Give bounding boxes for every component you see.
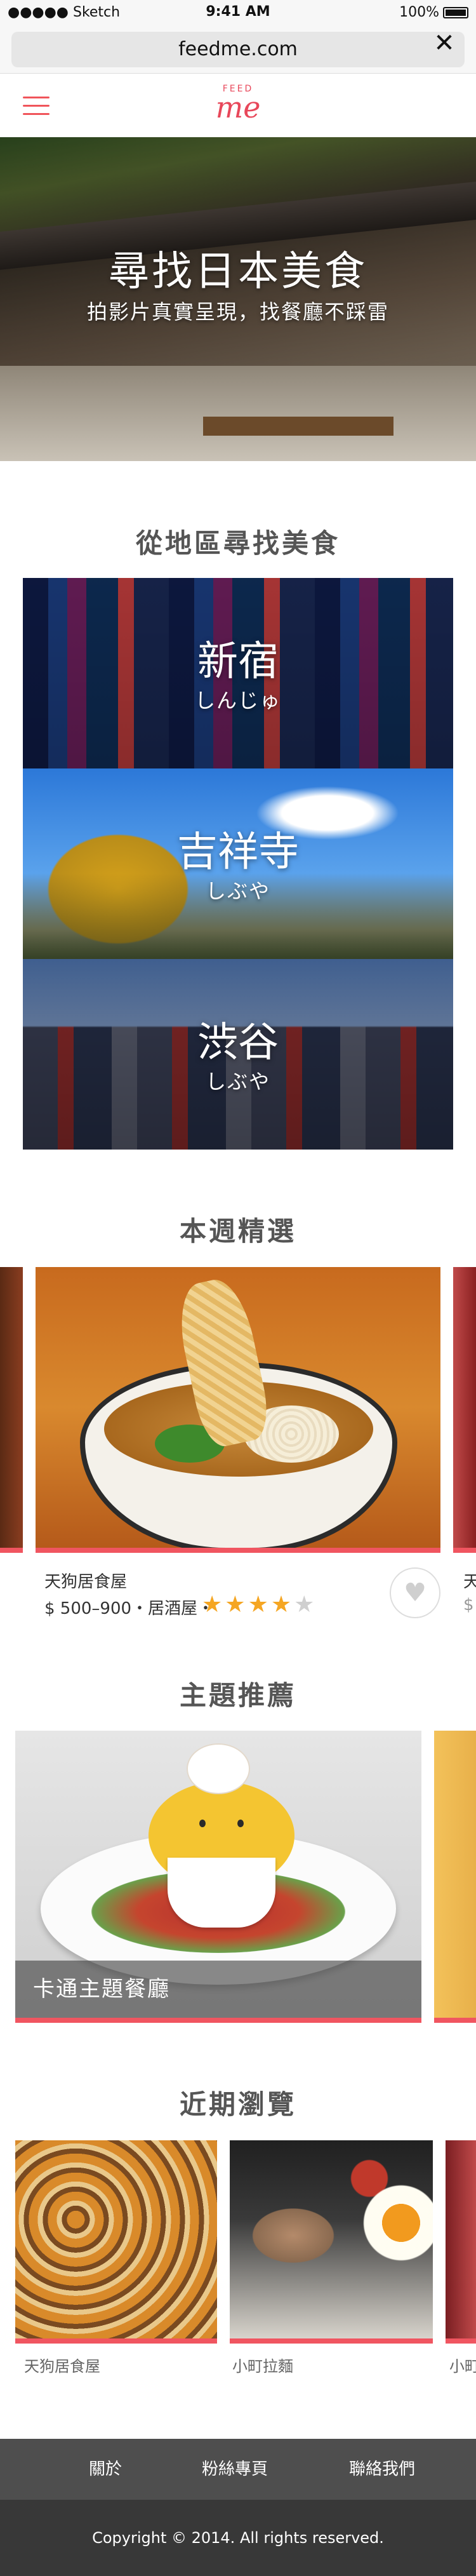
star-icon: ★ xyxy=(248,1592,271,1618)
recent-section-title: 近期瀏覽 xyxy=(179,2089,296,2120)
close-icon[interactable]: ✕ xyxy=(426,25,462,61)
footer-link-contact[interactable]: 聯絡我們 xyxy=(349,2439,415,2500)
region-kana: しぶや xyxy=(205,879,270,903)
carousel-prev-card[interactable] xyxy=(0,1267,23,1553)
region-name: 吉祥寺 xyxy=(177,829,299,876)
battery-percent: 100% xyxy=(399,4,439,20)
recent-item-name[interactable]: 小町拉麵 xyxy=(232,2354,293,2376)
rating-stars: ★★★★★ xyxy=(202,1592,317,1618)
footer-copyright: Copyright © 2014. All rights reserved. xyxy=(0,2500,476,2576)
hamburger-menu-icon[interactable] xyxy=(23,97,50,116)
recent-card-komachi[interactable] xyxy=(230,2140,433,2344)
logo-script-text: me xyxy=(215,90,261,124)
hero-photo-table xyxy=(203,417,393,436)
restaurant-name[interactable]: 天狗居食屋 xyxy=(44,1569,127,1592)
hero-banner: 尋找日本美食 拍影片真實呈現，找餐廳不踩雷 xyxy=(0,137,476,461)
hero-photo-ground xyxy=(0,366,476,461)
star-empty-icon: ★ xyxy=(294,1592,317,1618)
battery-indicator: 100% xyxy=(399,4,468,20)
restaurant-meta: $ 500–900・居酒屋・ xyxy=(44,1599,215,1618)
carousel-next-card[interactable] xyxy=(453,1267,476,1553)
browser-address-bar: feedme.com ✕ xyxy=(0,25,476,74)
region-kana: しぶや xyxy=(205,1070,270,1094)
star-icon: ★ xyxy=(225,1592,248,1618)
hero-subtitle: 拍影片真實呈現，找餐廳不踩雷 xyxy=(86,300,389,324)
region-card-shinjuku[interactable]: 新宿 しんじゅ xyxy=(23,578,453,768)
theme-section-title: 主題推薦 xyxy=(179,1680,296,1711)
status-bar: ●●●●● Sketch 9:41 AM 100% xyxy=(0,0,476,25)
theme-label: 卡通主題餐廳 xyxy=(33,1976,170,2002)
seal-figure-image xyxy=(187,1743,250,1794)
regions-section-title: 從地區尋找美食 xyxy=(135,528,340,559)
favorite-heart-button[interactable]: ♥ xyxy=(390,1567,440,1618)
theme-card-cartoon[interactable]: 卡通主題餐廳 xyxy=(15,1731,421,2023)
region-name: 渋谷 xyxy=(197,1019,279,1066)
recent-item-name[interactable]: 小町 xyxy=(449,2354,476,2376)
hero-title: 尋找日本美食 xyxy=(109,248,367,295)
region-kana: しんじゅ xyxy=(194,688,281,713)
next-restaurant-meta: $ xyxy=(463,1595,474,1614)
url-field[interactable]: feedme.com xyxy=(11,32,465,67)
footer-nav: 關於 粉絲專頁 聯絡我們 xyxy=(0,2439,476,2500)
recent-card-peek[interactable] xyxy=(446,2140,476,2344)
recent-item-name[interactable]: 天狗居食屋 xyxy=(24,2354,100,2376)
teacup-image xyxy=(168,1858,275,1928)
footer-link-fanpage[interactable]: 粉絲專頁 xyxy=(202,2439,268,2500)
region-card-kichijoji[interactable]: 吉祥寺 しぶや xyxy=(23,768,453,959)
footer-link-about[interactable]: 關於 xyxy=(89,2439,122,2500)
star-icon: ★ xyxy=(270,1592,294,1618)
site-logo[interactable]: FEED me xyxy=(203,80,273,131)
weekly-pick-card[interactable] xyxy=(36,1267,440,1553)
star-icon: ★ xyxy=(202,1592,225,1618)
region-card-shibuya[interactable]: 渋谷 しぶや xyxy=(23,959,453,1150)
site-header: FEED me xyxy=(0,74,476,137)
battery-icon xyxy=(443,7,468,18)
region-name: 新宿 xyxy=(197,638,279,685)
weekly-section-title: 本週精選 xyxy=(179,1216,296,1247)
next-restaurant-name: 天 xyxy=(463,1573,476,1592)
theme-next-card[interactable] xyxy=(434,1731,476,2023)
recent-card-tengu[interactable] xyxy=(15,2140,217,2344)
